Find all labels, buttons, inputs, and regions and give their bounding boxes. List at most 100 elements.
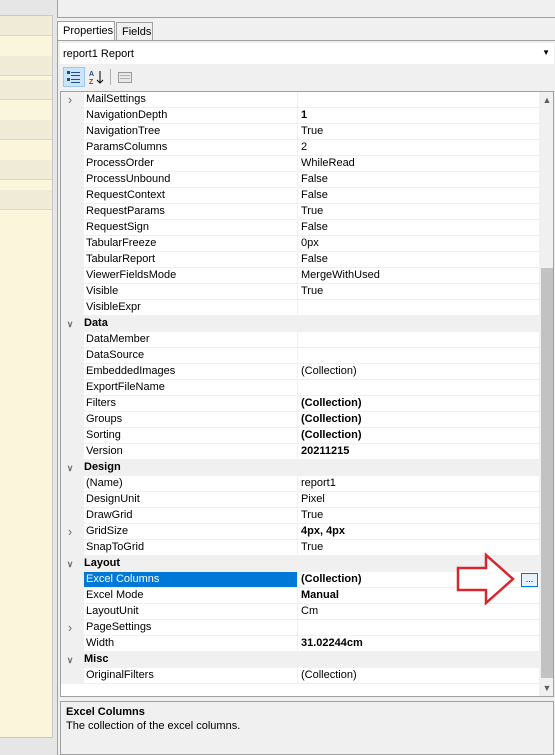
scroll-up-icon[interactable]: ▲ — [539, 92, 553, 108]
property-value[interactable] — [298, 332, 539, 348]
alphabetical-button[interactable]: A Z — [86, 67, 108, 87]
tab-properties[interactable]: Properties — [57, 21, 115, 42]
chevron-down-icon[interactable]: ▼ — [542, 48, 550, 57]
property-value[interactable]: report1 — [298, 476, 539, 492]
property-value[interactable]: True — [298, 508, 539, 524]
property-value[interactable]: False — [298, 172, 539, 188]
left-panel-item[interactable] — [0, 120, 52, 140]
collapse-icon[interactable]: ∨ — [64, 317, 76, 331]
property-row[interactable]: › PageSettings — [61, 620, 539, 636]
left-panel-item[interactable] — [0, 56, 52, 76]
row-gutter — [61, 284, 84, 300]
left-panel-item[interactable] — [0, 160, 52, 180]
property-row[interactable]: DesignUnit Pixel — [61, 492, 539, 508]
property-value[interactable]: 2 — [298, 140, 539, 156]
property-value[interactable]: Cm — [298, 604, 539, 620]
ellipsis-button[interactable]: ... — [521, 573, 538, 587]
property-row[interactable]: OriginalFilters (Collection) — [61, 668, 539, 684]
property-row[interactable]: EmbeddedImages (Collection) — [61, 364, 539, 380]
property-value[interactable]: 4px, 4px — [298, 524, 539, 540]
property-name: DataMember — [84, 332, 298, 348]
property-value[interactable]: False — [298, 220, 539, 236]
property-value[interactable]: (Collection) — [298, 428, 539, 444]
property-value[interactable] — [298, 300, 539, 316]
property-row[interactable]: Visible True — [61, 284, 539, 300]
property-name: Filters — [84, 396, 298, 412]
property-row[interactable]: VisibleExpr — [61, 300, 539, 316]
expand-icon[interactable]: › — [64, 525, 76, 539]
property-value[interactable] — [298, 620, 539, 636]
scroll-down-icon[interactable]: ▼ — [539, 680, 553, 696]
property-row[interactable]: TabularFreeze 0px — [61, 236, 539, 252]
categorized-button[interactable] — [63, 67, 85, 87]
property-row[interactable]: LayoutUnit Cm — [61, 604, 539, 620]
tab-fields[interactable]: Fields — [116, 22, 153, 41]
left-panel-item[interactable] — [0, 190, 52, 210]
object-selector[interactable]: report1 Report ▼ — [60, 43, 554, 64]
property-value[interactable]: 0px — [298, 236, 539, 252]
property-value[interactable]: True — [298, 124, 539, 140]
row-gutter — [61, 636, 84, 652]
expand-icon[interactable]: › — [64, 93, 76, 107]
property-row[interactable]: › MailSettings — [61, 92, 539, 108]
row-gutter: › — [61, 92, 84, 108]
property-name: (Name) — [84, 476, 298, 492]
property-name: MailSettings — [84, 92, 298, 108]
collapse-icon[interactable]: ∨ — [64, 557, 76, 571]
property-value[interactable] — [298, 92, 539, 108]
property-row[interactable]: › GridSize 4px, 4px — [61, 524, 539, 540]
property-row[interactable]: RequestSign False — [61, 220, 539, 236]
category-row[interactable]: ∨ Data — [61, 316, 539, 332]
property-row[interactable]: (Name) report1 — [61, 476, 539, 492]
property-row[interactable]: Width 31.02244cm — [61, 636, 539, 652]
property-name: Visible — [84, 284, 298, 300]
property-row[interactable]: DataSource — [61, 348, 539, 364]
property-row[interactable]: DataMember — [61, 332, 539, 348]
property-row[interactable]: TabularReport False — [61, 252, 539, 268]
property-value[interactable]: True — [298, 284, 539, 300]
property-value[interactable]: 20211215 — [298, 444, 539, 460]
left-panel-item[interactable] — [0, 16, 52, 36]
property-value[interactable]: (Collection) — [298, 412, 539, 428]
collapse-icon[interactable]: ∨ — [64, 653, 76, 667]
property-row[interactable]: NavigationDepth 1 — [61, 108, 539, 124]
property-pages-button[interactable] — [114, 67, 136, 87]
property-value[interactable]: 1 — [298, 108, 539, 124]
category-row[interactable]: ∨ Misc — [61, 652, 539, 668]
property-value[interactable]: False — [298, 252, 539, 268]
property-name: ParamsColumns — [84, 140, 298, 156]
property-value[interactable] — [298, 380, 539, 396]
vertical-scrollbar[interactable]: ▲ ▼ — [539, 92, 553, 696]
property-row[interactable]: Groups (Collection) — [61, 412, 539, 428]
property-value[interactable] — [298, 348, 539, 364]
property-value[interactable]: (Collection) — [298, 396, 539, 412]
row-gutter: ∨ — [61, 316, 84, 332]
property-row[interactable]: DrawGrid True — [61, 508, 539, 524]
scroll-thumb[interactable] — [541, 268, 553, 678]
property-row[interactable]: RequestContext False — [61, 188, 539, 204]
property-value[interactable]: WhileRead — [298, 156, 539, 172]
property-value[interactable]: (Collection) — [298, 364, 539, 380]
row-gutter — [61, 204, 84, 220]
left-panel-item[interactable] — [0, 80, 52, 100]
property-row[interactable]: ExportFileName — [61, 380, 539, 396]
property-row[interactable]: NavigationTree True — [61, 124, 539, 140]
property-row[interactable]: ProcessUnbound False — [61, 172, 539, 188]
property-name: Excel Columns — [84, 572, 298, 588]
property-row[interactable]: ParamsColumns 2 — [61, 140, 539, 156]
property-value[interactable]: True — [298, 204, 539, 220]
property-row[interactable]: Filters (Collection) — [61, 396, 539, 412]
property-row[interactable]: ProcessOrder WhileRead — [61, 156, 539, 172]
property-value[interactable]: MergeWithUsed — [298, 268, 539, 284]
property-value[interactable]: False — [298, 188, 539, 204]
property-row[interactable]: Version 20211215 — [61, 444, 539, 460]
property-row[interactable]: ViewerFieldsMode MergeWithUsed — [61, 268, 539, 284]
category-row[interactable]: ∨ Design — [61, 460, 539, 476]
property-value[interactable]: 31.02244cm — [298, 636, 539, 652]
property-value[interactable]: (Collection) — [298, 668, 539, 684]
property-row[interactable]: Sorting (Collection) — [61, 428, 539, 444]
collapse-icon[interactable]: ∨ — [64, 461, 76, 475]
property-value[interactable]: Pixel — [298, 492, 539, 508]
property-row[interactable]: RequestParams True — [61, 204, 539, 220]
expand-icon[interactable]: › — [64, 621, 76, 635]
